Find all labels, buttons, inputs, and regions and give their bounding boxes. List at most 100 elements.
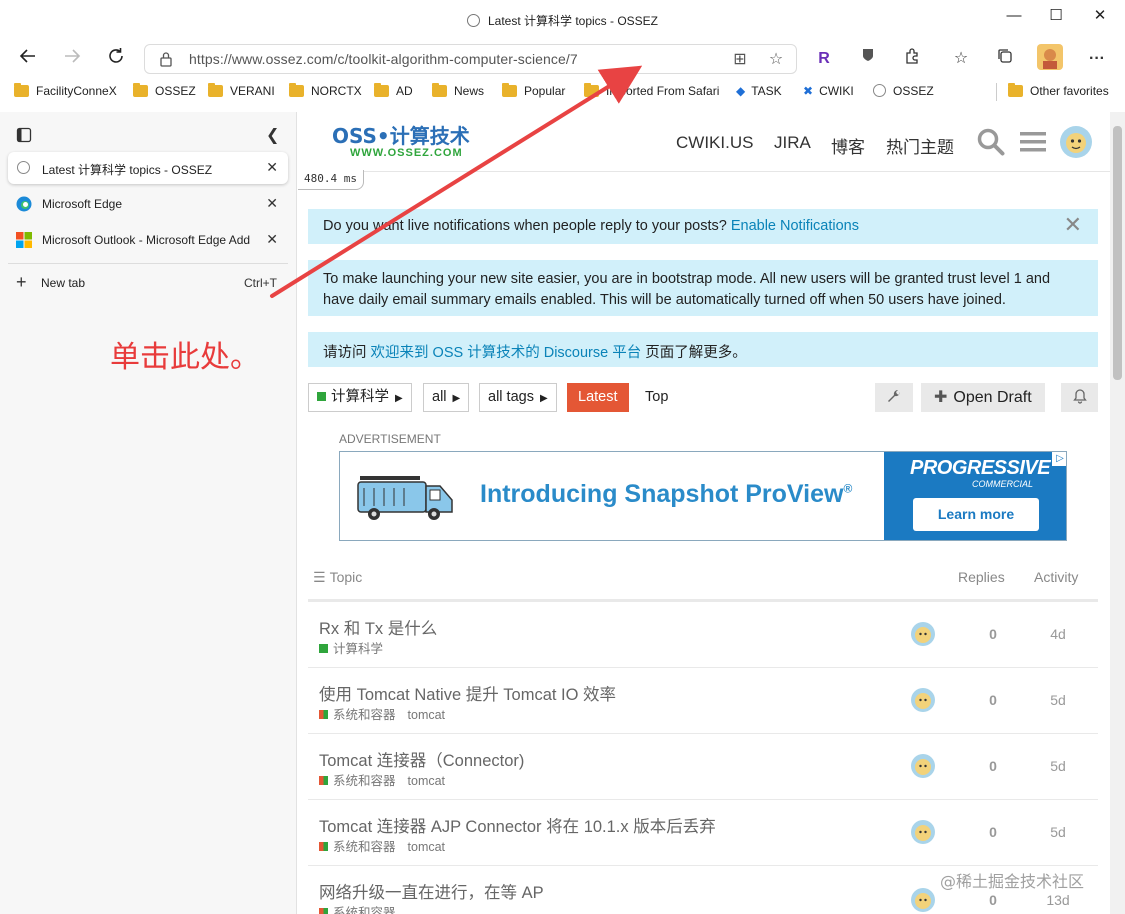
activity-column-header[interactable]: Activity	[1034, 569, 1078, 585]
topic-tag[interactable]: tomcat	[408, 840, 446, 854]
hamburger-menu-icon[interactable]	[1020, 131, 1046, 158]
forward-button[interactable]	[58, 46, 86, 72]
topic-column-header[interactable]: ☰ Topic	[313, 569, 362, 586]
row-divider	[308, 733, 1098, 734]
collapse-sidebar-icon[interactable]: ❮	[266, 125, 279, 145]
apps-icon[interactable]: ⊞	[730, 50, 750, 70]
activity-time[interactable]: 5d	[1038, 758, 1078, 774]
refresh-button[interactable]	[102, 46, 130, 72]
topic-tag[interactable]: tomcat	[408, 774, 446, 788]
topic-category[interactable]: 计算科学	[319, 638, 383, 657]
minimize-button[interactable]: —	[994, 4, 1034, 28]
advertisement-banner[interactable]: Introducing Snapshot ProView® PROGRESSIV…	[339, 451, 1067, 541]
profiler-timer[interactable]: 480.4 ms	[298, 170, 364, 190]
topic-title[interactable]: Tomcat 连接器 AJP Connector 将在 10.1.x 版本后丢弃	[319, 813, 716, 837]
user-avatar[interactable]	[1060, 126, 1092, 158]
close-tab-icon[interactable]: ✕	[266, 195, 278, 212]
dismiss-banner-icon[interactable]: ✕	[1064, 212, 1082, 238]
welcome-link[interactable]: 欢迎来到 OSS 计算技术的 Discourse 平台	[371, 345, 642, 361]
nav-cwiki[interactable]: CWIKI.US	[676, 133, 753, 153]
replies-count: 0	[989, 892, 997, 908]
favorite-item[interactable]: News	[432, 83, 484, 102]
poster-avatar[interactable]	[911, 622, 935, 646]
topic-category[interactable]: 系统和容器	[319, 902, 396, 914]
activity-time[interactable]: 4d	[1038, 626, 1078, 642]
new-tab-button[interactable]: + New tab Ctrl+T	[8, 267, 288, 299]
activity-time[interactable]: 5d	[1038, 692, 1078, 708]
task-diamond-icon: ◆	[736, 84, 746, 98]
topic-category[interactable]: 系统和容器 tomcat	[319, 704, 445, 723]
tab-top[interactable]: Top	[636, 383, 678, 412]
poster-avatar[interactable]	[911, 820, 935, 844]
url-text[interactable]: https://www.ossez.com/c/toolkit-algorith…	[189, 51, 578, 67]
subcategory-dropdown[interactable]: all ▶	[423, 383, 470, 412]
replies-column-header[interactable]: Replies	[958, 569, 1005, 585]
tab-ossez[interactable]: Latest 计算科学 topics - OSSEZ ✕	[8, 152, 288, 184]
ossez-favicon-icon	[873, 84, 886, 97]
tab-outlook-addons[interactable]: Microsoft Outlook - Microsoft Edge Add ✕	[8, 224, 288, 256]
favorite-item[interactable]: Imported From Safari	[584, 83, 719, 102]
favorite-item[interactable]: ◆ TASK	[736, 84, 782, 102]
favorite-item[interactable]: VERANI	[208, 83, 275, 102]
poster-avatar[interactable]	[911, 688, 935, 712]
topic-category[interactable]: 系统和容器 tomcat	[319, 836, 445, 855]
add-favorite-icon[interactable]: ☆	[766, 50, 786, 70]
close-tab-icon[interactable]: ✕	[266, 159, 278, 176]
folder-icon	[289, 83, 304, 97]
favorite-item[interactable]: ✖ CWIKI	[803, 84, 854, 102]
close-window-button[interactable]: ✕	[1080, 4, 1120, 28]
favorite-item[interactable]: FacilityConneX	[14, 83, 117, 102]
nav-hot-topics[interactable]: 热门主题	[886, 133, 954, 158]
maximize-button[interactable]: ☐	[1036, 4, 1076, 28]
poster-avatar[interactable]	[911, 754, 935, 778]
cwiki-icon: ✖	[803, 84, 814, 98]
nav-jira[interactable]: JIRA	[774, 133, 811, 153]
nav-blog[interactable]: 博客	[831, 133, 865, 158]
topic-title[interactable]: Rx 和 Tx 是什么	[319, 615, 437, 639]
topic-title[interactable]: 使用 Tomcat Native 提升 Tomcat IO 效率	[319, 681, 616, 705]
more-menu-icon[interactable]: ···	[1084, 47, 1110, 71]
row-divider	[308, 865, 1098, 866]
collections-icon[interactable]	[992, 47, 1018, 71]
search-icon[interactable]	[976, 127, 1006, 162]
tab-microsoft-edge[interactable]: Microsoft Edge ✕	[8, 188, 288, 220]
extensions-puzzle-icon[interactable]	[899, 47, 925, 71]
favorites-icon[interactable]: ☆	[948, 47, 974, 71]
back-button[interactable]	[14, 46, 42, 72]
scrollbar-thumb[interactable]	[1113, 126, 1122, 380]
category-dropdown[interactable]: 计算科学 ▶	[308, 383, 412, 412]
page-scrollbar[interactable]	[1110, 112, 1125, 914]
tags-dropdown[interactable]: all tags ▶	[479, 383, 557, 412]
favorite-item[interactable]: OSSEZ	[873, 84, 934, 102]
activity-time[interactable]: 13d	[1038, 892, 1078, 908]
wrench-icon	[888, 389, 901, 402]
topic-title[interactable]: 网络升级一直在进行，在等 AP	[319, 879, 544, 903]
site-logo-sub: WWW.OSSEZ.COM	[350, 147, 463, 159]
poster-avatar[interactable]	[911, 888, 935, 912]
other-favorites[interactable]: Other favorites	[1008, 83, 1109, 102]
favorite-item[interactable]: AD	[374, 83, 413, 102]
admin-wrench-button[interactable]	[875, 383, 913, 412]
close-tab-icon[interactable]: ✕	[266, 231, 278, 248]
extension-r-icon[interactable]: R	[811, 47, 837, 71]
row-divider	[308, 799, 1098, 800]
adchoices-icon[interactable]: ▷	[1052, 452, 1066, 466]
address-bar[interactable]: https://www.ossez.com/c/toolkit-algorith…	[144, 44, 797, 74]
favorite-item[interactable]: Popular	[502, 83, 565, 102]
topic-title[interactable]: Tomcat 连接器（Connector)	[319, 747, 524, 771]
topic-tag[interactable]: tomcat	[408, 708, 446, 722]
tab-actions-icon[interactable]	[16, 127, 32, 148]
shield-extension-icon[interactable]	[855, 47, 881, 71]
favorite-item[interactable]: OSSEZ	[133, 83, 196, 102]
enable-notifications-link[interactable]: Enable Notifications	[731, 218, 859, 234]
notifications-bell-button[interactable]	[1061, 383, 1098, 412]
open-draft-button[interactable]: ✚ Open Draft	[921, 383, 1045, 412]
profile-avatar[interactable]	[1037, 44, 1063, 70]
tab-latest[interactable]: Latest	[567, 383, 629, 412]
lock-icon[interactable]	[159, 51, 173, 67]
activity-time[interactable]: 5d	[1038, 824, 1078, 840]
ad-learn-more-button[interactable]: Learn more	[913, 498, 1039, 531]
favorite-item[interactable]: NORCTX	[289, 83, 362, 102]
site-logo[interactable]: OSS•计算技术	[332, 120, 470, 149]
topic-category[interactable]: 系统和容器 tomcat	[319, 770, 445, 789]
